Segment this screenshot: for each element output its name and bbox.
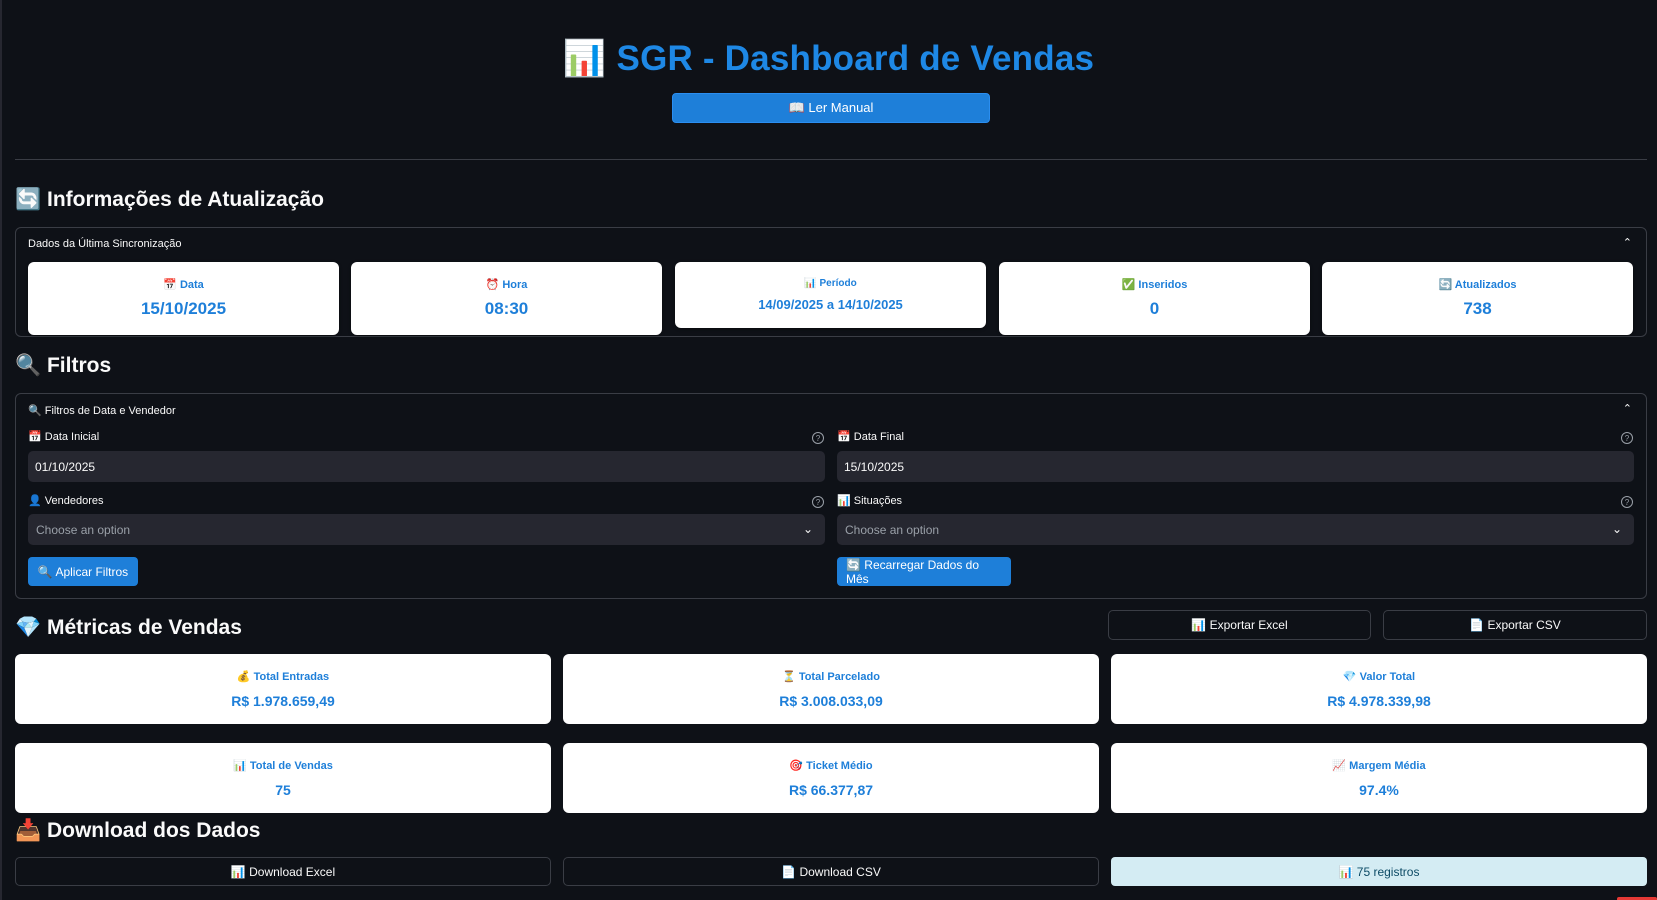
divider bbox=[15, 159, 1647, 160]
card-value: 738 bbox=[1463, 299, 1492, 318]
metric-average-margin: 📈 Margem Média 97.4% bbox=[1111, 743, 1647, 813]
export-csv-button[interactable]: 📄 Exportar CSV bbox=[1383, 610, 1647, 640]
reload-month-button[interactable]: 🔄 Recarregar Dados do Mês bbox=[837, 557, 1011, 586]
info-card-time: ⏰ Hora 08:30 bbox=[351, 262, 662, 335]
sellers-label: 👤 Vendedores bbox=[28, 495, 104, 507]
card-value: R$ 1.978.659,49 bbox=[231, 692, 335, 709]
status-label: 📊 Situações bbox=[837, 495, 903, 507]
card-value: R$ 66.377,87 bbox=[788, 781, 874, 798]
apply-filters-button[interactable]: 🔍 Aplicar Filtros bbox=[28, 557, 138, 586]
card-value: 08:30 bbox=[484, 299, 529, 318]
card-label: 💎 Valor Total bbox=[1342, 670, 1416, 683]
filters-expander: 🔍 Filtros de Data e Vendedor ⌃ 📅 Data In… bbox=[15, 393, 1647, 599]
card-value: 97.4% bbox=[1359, 781, 1399, 798]
chevron-up-icon[interactable]: ⌃ bbox=[1623, 236, 1632, 249]
card-label: 💰 Total Entradas bbox=[236, 670, 330, 683]
card-label: ✅ Inseridos bbox=[1121, 279, 1188, 291]
card-label: 📊 Período bbox=[804, 278, 857, 289]
update-info-title: 🔄 Informações de Atualização bbox=[15, 188, 324, 211]
info-card-updated: 🔄 Atualizados 738 bbox=[1322, 262, 1633, 335]
metric-sales-count: 📊 Total de Vendas 75 bbox=[15, 743, 551, 813]
metric-total-value: 💎 Valor Total R$ 4.978.339,98 bbox=[1111, 654, 1647, 724]
card-label: 📅 Data bbox=[163, 279, 204, 291]
metric-total-entries: 💰 Total Entradas R$ 1.978.659,49 bbox=[15, 654, 551, 724]
chevron-down-icon: ⌄ bbox=[1611, 522, 1622, 536]
help-icon[interactable]: ? bbox=[1621, 432, 1633, 444]
filters-expander-header[interactable]: 🔍 Filtros de Data e Vendedor bbox=[28, 404, 176, 417]
download-excel-button[interactable]: 📊 Download Excel bbox=[15, 857, 551, 886]
help-icon[interactable]: ? bbox=[1621, 496, 1633, 508]
end-date-input[interactable]: 15/10/2025 bbox=[837, 451, 1634, 482]
status-placeholder: Choose an option bbox=[845, 522, 940, 537]
help-icon[interactable]: ? bbox=[812, 496, 824, 508]
start-date-label: 📅 Data Inicial bbox=[28, 431, 100, 443]
info-card-period: 📊 Período 14/09/2025 a 14/10/2025 bbox=[675, 262, 986, 328]
sync-info-expander: Dados da Última Sincronização ⌃ 📅 Data 1… bbox=[15, 227, 1647, 337]
chevron-up-icon[interactable]: ⌃ bbox=[1623, 402, 1632, 415]
start-date-input[interactable]: 01/10/2025 bbox=[28, 451, 825, 482]
card-label: 🎯 Ticket Médio bbox=[789, 759, 873, 772]
status-select[interactable]: Choose an option ⌄ bbox=[837, 514, 1634, 545]
sync-info-expander-header[interactable]: Dados da Última Sincronização bbox=[28, 238, 181, 250]
info-card-inserted: ✅ Inseridos 0 bbox=[999, 262, 1310, 335]
page-header: 📊 SGR - Dashboard de Vendas bbox=[0, 38, 1657, 79]
card-label: 🔄 Atualizados bbox=[1438, 279, 1517, 291]
card-label: ⏰ Hora bbox=[485, 279, 528, 291]
sellers-select[interactable]: Choose an option ⌄ bbox=[28, 514, 825, 545]
card-value: 14/09/2025 a 14/10/2025 bbox=[758, 297, 903, 312]
records-count-badge: 📊 75 registros bbox=[1111, 857, 1647, 886]
filters-title: 🔍 Filtros bbox=[15, 354, 112, 377]
card-value: R$ 3.008.033,09 bbox=[779, 692, 883, 709]
read-manual-button[interactable]: 📖 Ler Manual bbox=[672, 93, 990, 123]
info-card-date: 📅 Data 15/10/2025 bbox=[28, 262, 339, 335]
help-icon[interactable]: ? bbox=[812, 432, 824, 444]
end-date-label: 📅 Data Final bbox=[837, 431, 904, 443]
sidebar-edge bbox=[0, 0, 2, 900]
download-title: 📥 Download dos Dados bbox=[15, 819, 261, 842]
card-label: 📈 Margem Média bbox=[1332, 759, 1426, 772]
export-excel-button[interactable]: 📊 Exportar Excel bbox=[1108, 610, 1371, 640]
chevron-down-icon: ⌄ bbox=[802, 522, 813, 536]
sellers-placeholder: Choose an option bbox=[36, 522, 131, 537]
card-value: R$ 4.978.339,98 bbox=[1327, 692, 1431, 709]
card-value: 15/10/2025 bbox=[140, 299, 227, 318]
metric-average-ticket: 🎯 Ticket Médio R$ 66.377,87 bbox=[563, 743, 1099, 813]
download-csv-button[interactable]: 📄 Download CSV bbox=[563, 857, 1099, 886]
card-value: 0 bbox=[1149, 299, 1160, 318]
card-label: ⏳ Total Parcelado bbox=[782, 670, 880, 683]
card-label: 📊 Total de Vendas bbox=[233, 759, 333, 772]
page-title: 📊 SGR - Dashboard de Vendas bbox=[562, 39, 1095, 78]
metric-total-installments: ⏳ Total Parcelado R$ 3.008.033,09 bbox=[563, 654, 1099, 724]
metrics-title: 💎 Métricas de Vendas bbox=[15, 616, 242, 639]
card-value: 75 bbox=[275, 781, 291, 798]
